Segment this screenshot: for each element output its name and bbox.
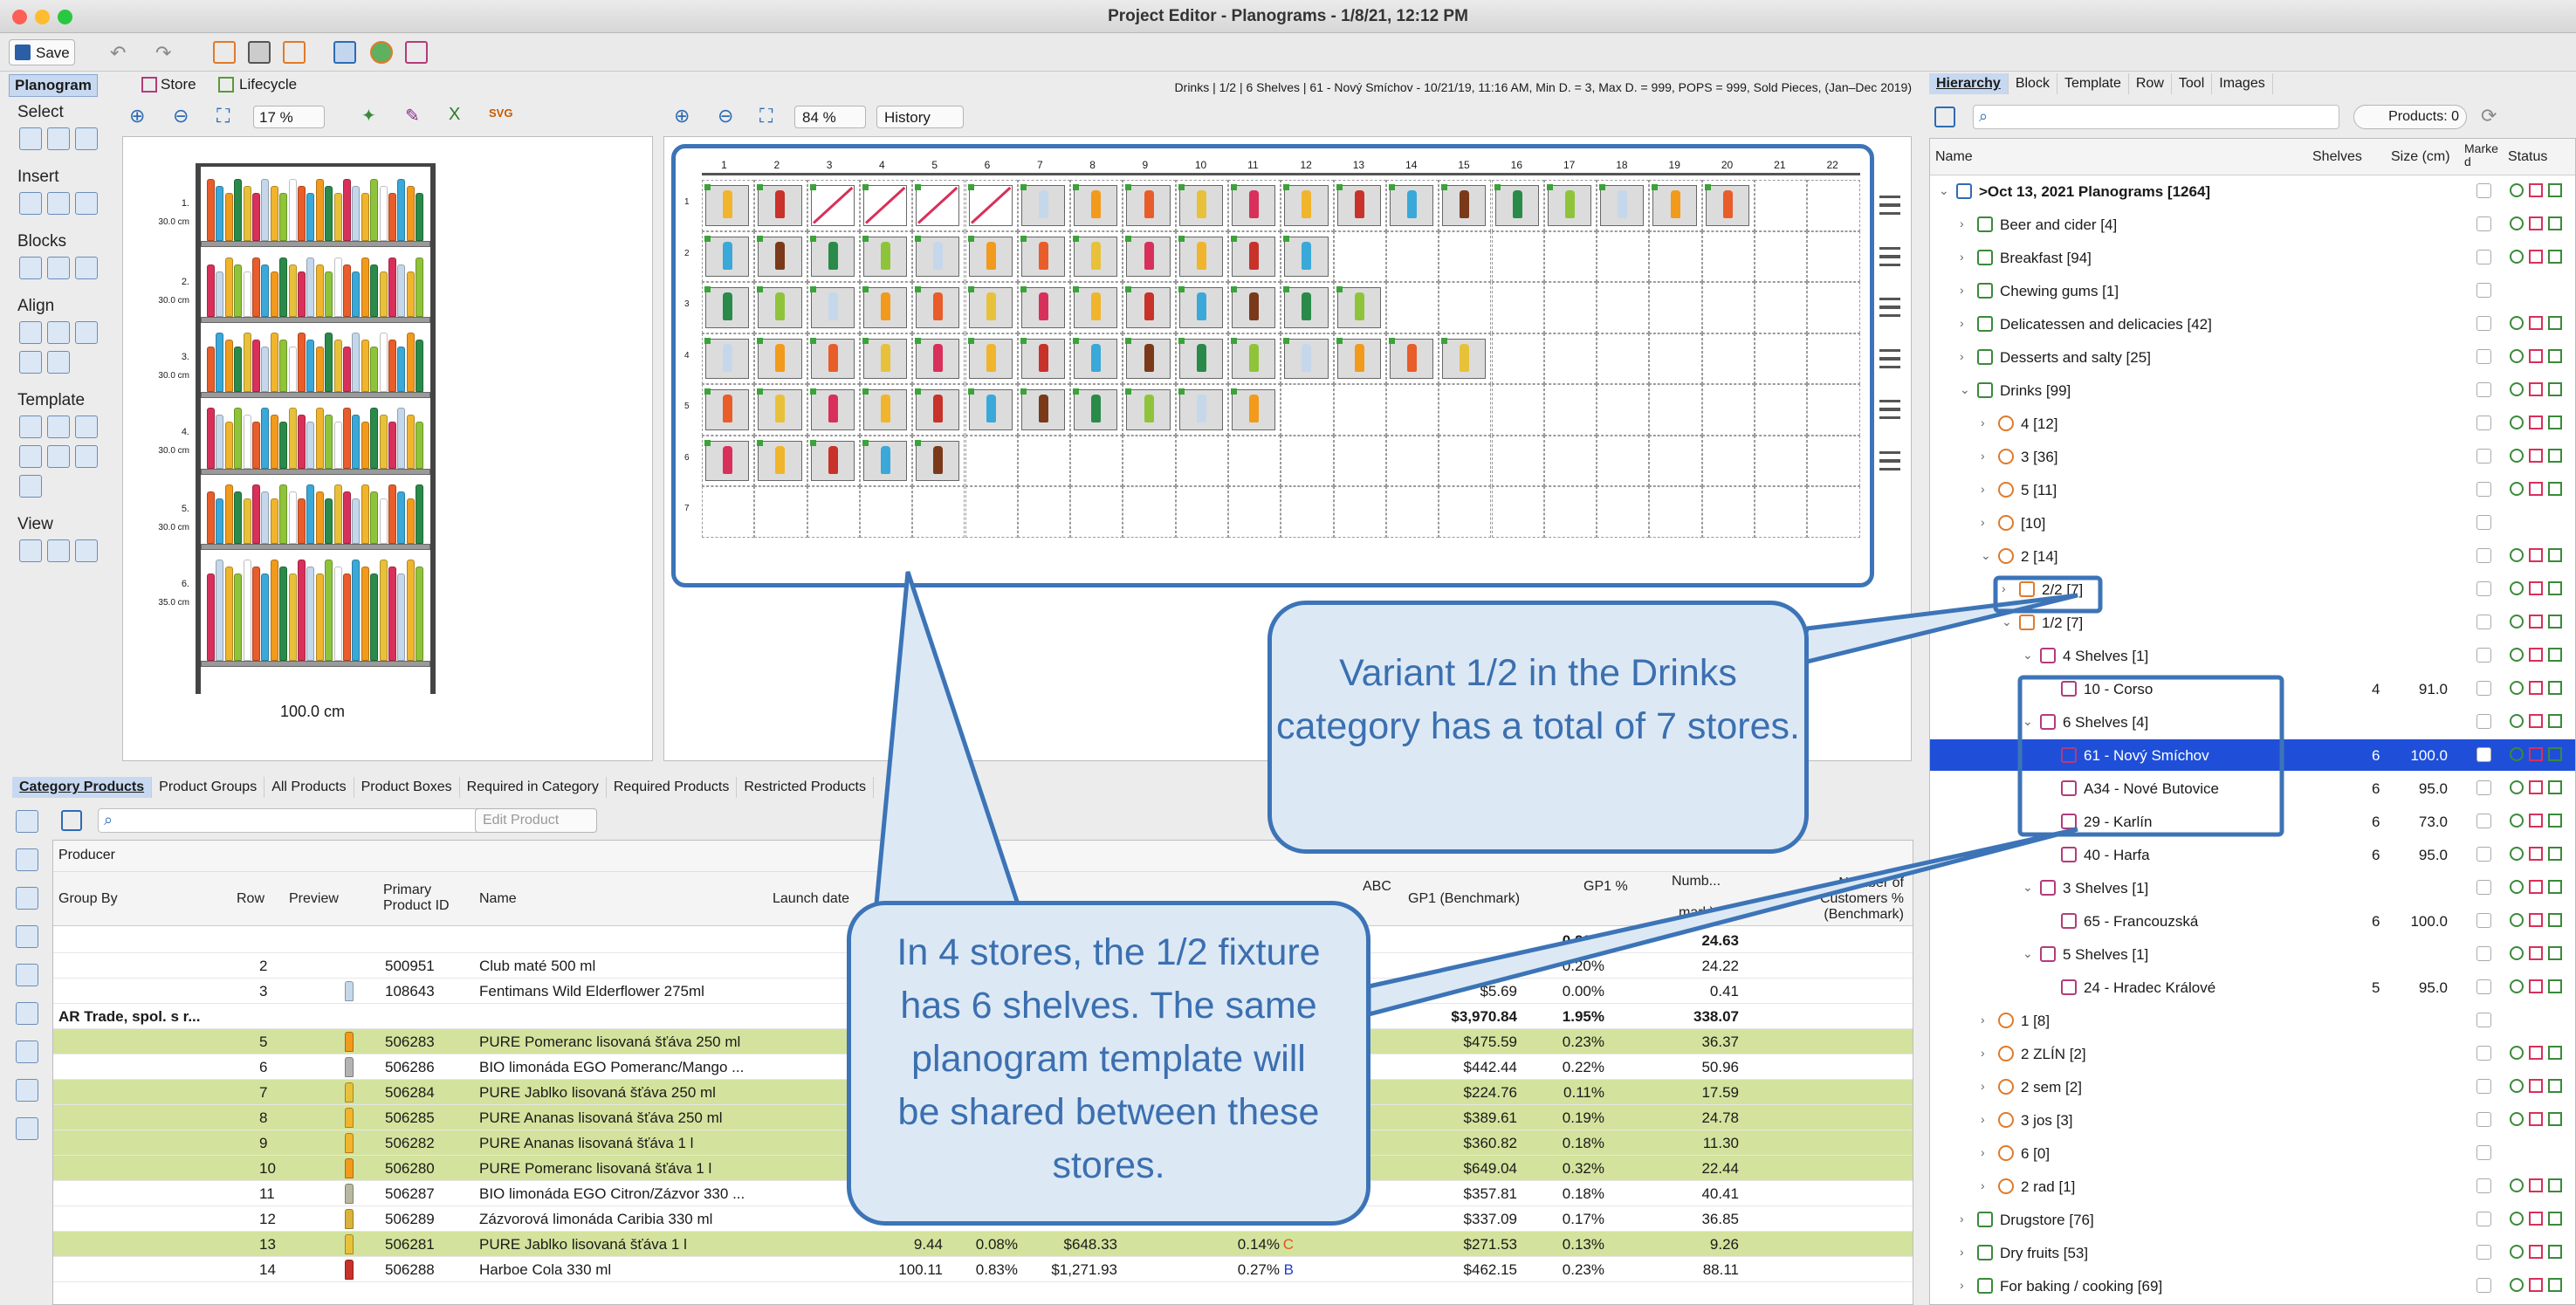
fixture-callout-text: In 4 stores, the 1/2 fixture has 6 shelv… — [896, 931, 1321, 1186]
fixture-callout: In 4 stores, the 1/2 fixture has 6 shelv… — [847, 901, 1370, 1226]
shelves-callout-pointer — [1366, 827, 2078, 1018]
variant-callout-text: Variant 1/2 in the Drinks category has a… — [1276, 652, 1800, 747]
variant-callout-pointer — [1796, 593, 2078, 667]
shelves-highlight-box — [2017, 675, 2284, 837]
variant-callout: Variant 1/2 in the Drinks category has a… — [1267, 601, 1809, 854]
fixture-callout-pointer — [870, 571, 1034, 944]
